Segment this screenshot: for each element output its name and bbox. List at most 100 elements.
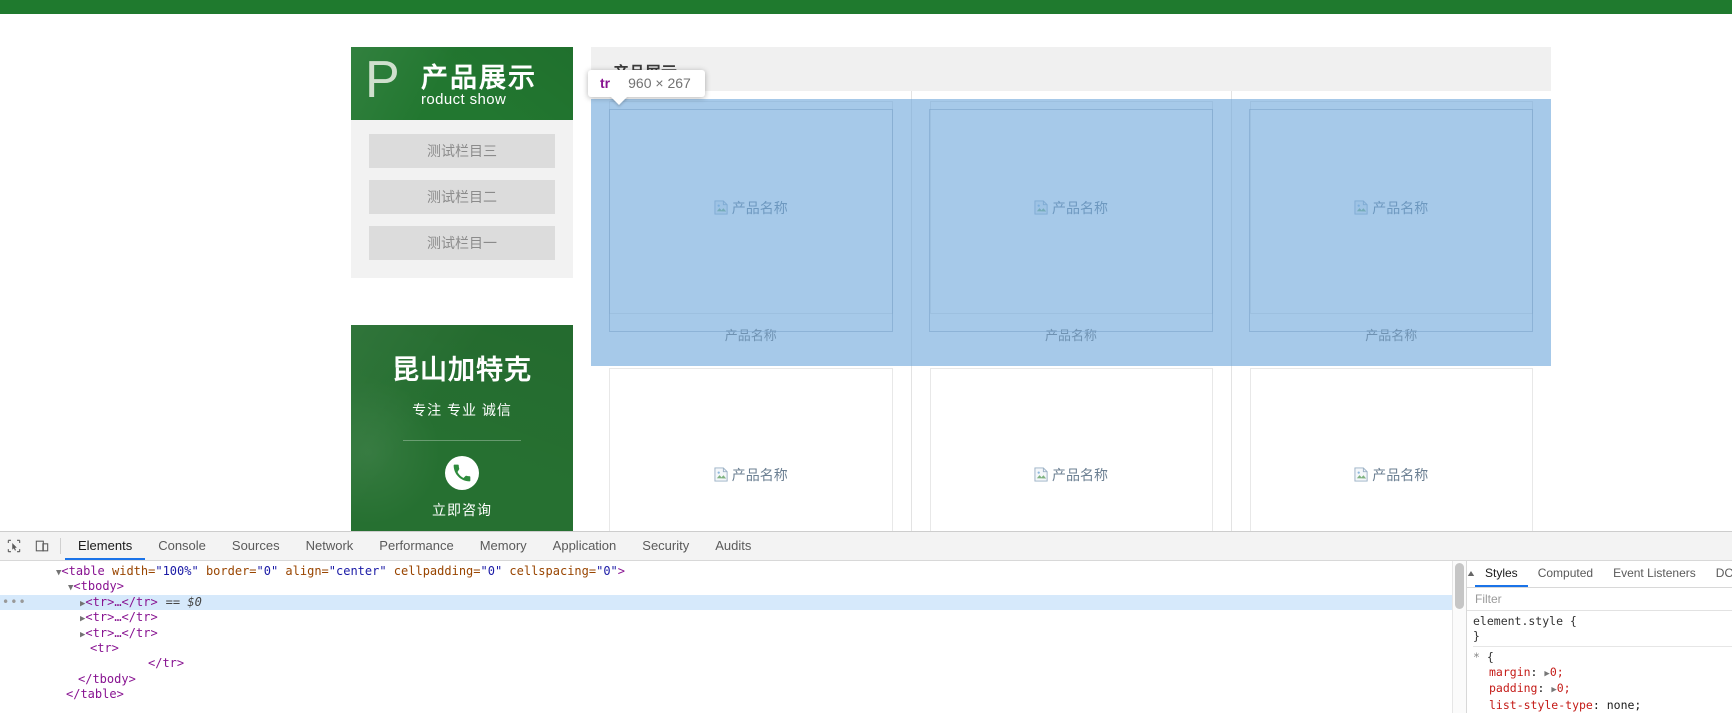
tab-performance[interactable]: Performance: [366, 532, 466, 560]
styles-tabbar: Styles Computed Event Listeners DOM Br: [1467, 561, 1732, 588]
broken-image-alt-text: 产品名称: [1372, 198, 1428, 218]
tab-label: Elements: [78, 538, 132, 553]
tab-label: Computed: [1538, 566, 1593, 580]
devtools-panel: Elements Console Sources Network Perform…: [0, 531, 1732, 712]
tab-label: Security: [642, 538, 689, 553]
broken-image-icon: 产品名称: [1034, 198, 1108, 218]
dom-tr-collapsed: <tr>…</tr>: [85, 610, 157, 624]
product-image-frame: 产品名称: [930, 101, 1213, 314]
tab-computed[interactable]: Computed: [1528, 561, 1603, 587]
sidebar-item-category-2[interactable]: 测试栏目二: [369, 180, 555, 214]
dom-tr-open: <tr>: [90, 641, 119, 655]
table-row[interactable]: 产品名称 产品名称: [591, 358, 1551, 531]
product-image-frame: 产品名称: [609, 101, 893, 314]
product-caption: 产品名称: [591, 325, 911, 344]
device-toolbar-icon[interactable]: [28, 532, 56, 560]
css-value: 0;: [1550, 665, 1564, 679]
declaration-padding[interactable]: padding: ▶0;: [1473, 681, 1732, 698]
product-caption: 产品名称: [1232, 325, 1552, 344]
dom-tree-scrollbar[interactable]: [1452, 561, 1466, 713]
dom-attr-value: "0": [596, 564, 618, 578]
company-slogan: 专注 专业 诚信: [351, 400, 573, 420]
sidebar-title-cn: 产品展示: [421, 56, 537, 95]
tab-console[interactable]: Console: [145, 532, 219, 560]
tab-sources[interactable]: Sources: [219, 532, 293, 560]
sidebar-item-category-3[interactable]: 测试栏目三: [369, 134, 555, 168]
divider: [403, 440, 521, 441]
dom-line-tr-4-close[interactable]: </tr>: [0, 656, 1452, 671]
rule-divider: [1473, 646, 1732, 647]
dom-line-table-close[interactable]: </table>: [0, 687, 1452, 702]
scroll-up-icon[interactable]: [1467, 561, 1475, 587]
tab-memory[interactable]: Memory: [467, 532, 540, 560]
dom-attr-value: "0": [481, 564, 503, 578]
selected-node-marker: == $0: [158, 595, 202, 609]
devtools-tabs: Elements Console Sources Network Perform…: [65, 532, 764, 560]
inspect-element-icon[interactable]: [0, 532, 28, 560]
product-cell[interactable]: 产品名称 产品名称: [1231, 358, 1551, 531]
sidebar-item-label: 测试栏目一: [427, 233, 497, 253]
dom-attr-value: "center": [329, 564, 387, 578]
dom-line-tr-2[interactable]: ▶<tr>…</tr>: [0, 610, 1452, 625]
styles-filter-input[interactable]: Filter: [1467, 588, 1732, 611]
sidebar-title-en: roduct show: [421, 91, 506, 108]
tab-audits[interactable]: Audits: [702, 532, 764, 560]
declaration-margin[interactable]: margin: ▶0;: [1473, 665, 1732, 682]
tab-event-listeners[interactable]: Event Listeners: [1603, 561, 1706, 587]
sidebar-item-category-1[interactable]: 测试栏目一: [369, 226, 555, 260]
product-cell[interactable]: 产品名称 产品名称: [1231, 91, 1551, 358]
browser-viewport: P 产品展示 roduct show 测试栏目三 测试栏目二 测试栏目一 昆山加…: [0, 0, 1732, 531]
dom-line-tbody[interactable]: ▼<tbody>: [0, 579, 1452, 594]
dom-tbody-open: <tbody>: [73, 579, 124, 593]
styles-pane: Styles Computed Event Listeners DOM Br F…: [1466, 561, 1732, 713]
dom-tree[interactable]: ▼<table width="100%" border="0" align="c…: [0, 561, 1452, 713]
tab-elements[interactable]: Elements: [65, 532, 145, 560]
element-style-rule[interactable]: element.style { }: [1473, 614, 1732, 643]
sidebar-item-label: 测试栏目二: [427, 187, 497, 207]
product-cell[interactable]: 产品名称 产品名称: [591, 358, 911, 531]
scrollbar-thumb[interactable]: [1455, 563, 1464, 609]
inspector-tooltip: tr 960 × 267: [588, 70, 705, 97]
tab-label: Event Listeners: [1613, 566, 1696, 580]
tab-label: Console: [158, 538, 206, 553]
dom-tr-collapsed: <tr>…</tr>: [85, 595, 157, 609]
more-options-icon[interactable]: •••: [2, 595, 27, 610]
css-property: margin: [1489, 665, 1531, 679]
tab-label: DOM Br: [1716, 566, 1732, 580]
table-row[interactable]: 产品名称 产品名称: [591, 91, 1551, 358]
broken-image-alt-text: 产品名称: [732, 465, 788, 485]
tab-label: Network: [306, 538, 354, 553]
css-property: list-style-type: [1489, 698, 1593, 712]
broken-image-alt-text: 产品名称: [1052, 198, 1108, 218]
tab-security[interactable]: Security: [629, 532, 702, 560]
tooltip-dimensions: 960 × 267: [628, 75, 691, 91]
toolbar-divider: [60, 538, 61, 554]
dom-open-tag: <: [61, 564, 68, 578]
tab-styles[interactable]: Styles: [1475, 561, 1528, 587]
dom-line-tr-selected[interactable]: •••▶<tr>…</tr>== $0: [0, 595, 1452, 610]
dom-line-table[interactable]: ▼<table width="100%" border="0" align="c…: [0, 564, 1452, 579]
universal-style-rule[interactable]: * { margin: ▶0; padding: ▶0; list-style-…: [1473, 650, 1732, 712]
product-image-frame: 产品名称: [1250, 101, 1534, 314]
dom-tag-name: table: [69, 564, 105, 578]
dom-attr-value: "0": [257, 564, 279, 578]
product-cell[interactable]: 产品名称 产品名称: [591, 91, 911, 358]
product-cell[interactable]: 产品名称 产品名称: [911, 358, 1231, 531]
dom-line-tr-4-open[interactable]: <tr>: [0, 641, 1452, 656]
tab-dom-breakpoints[interactable]: DOM Br: [1706, 561, 1732, 587]
css-value: 0;: [1557, 681, 1571, 695]
broken-image-alt-text: 产品名称: [732, 198, 788, 218]
styles-filter-placeholder: Filter: [1475, 592, 1502, 606]
tab-network[interactable]: Network: [293, 532, 367, 560]
consult-now-button[interactable]: 立即咨询: [351, 500, 573, 520]
devtools-body: ▼<table width="100%" border="0" align="c…: [0, 561, 1732, 713]
tab-label: Performance: [379, 538, 453, 553]
element-style-close: }: [1473, 629, 1732, 644]
dom-line-tbody-close[interactable]: </tbody>: [0, 672, 1452, 687]
product-cell[interactable]: 产品名称 产品名称: [911, 91, 1231, 358]
tab-application[interactable]: Application: [540, 532, 630, 560]
dom-line-tr-3[interactable]: ▶<tr>…</tr>: [0, 626, 1452, 641]
declaration-list-style-type[interactable]: list-style-type: none;: [1473, 698, 1732, 713]
devtools-tabbar: Elements Console Sources Network Perform…: [0, 532, 1732, 561]
product-image-frame: 产品名称: [930, 368, 1213, 531]
